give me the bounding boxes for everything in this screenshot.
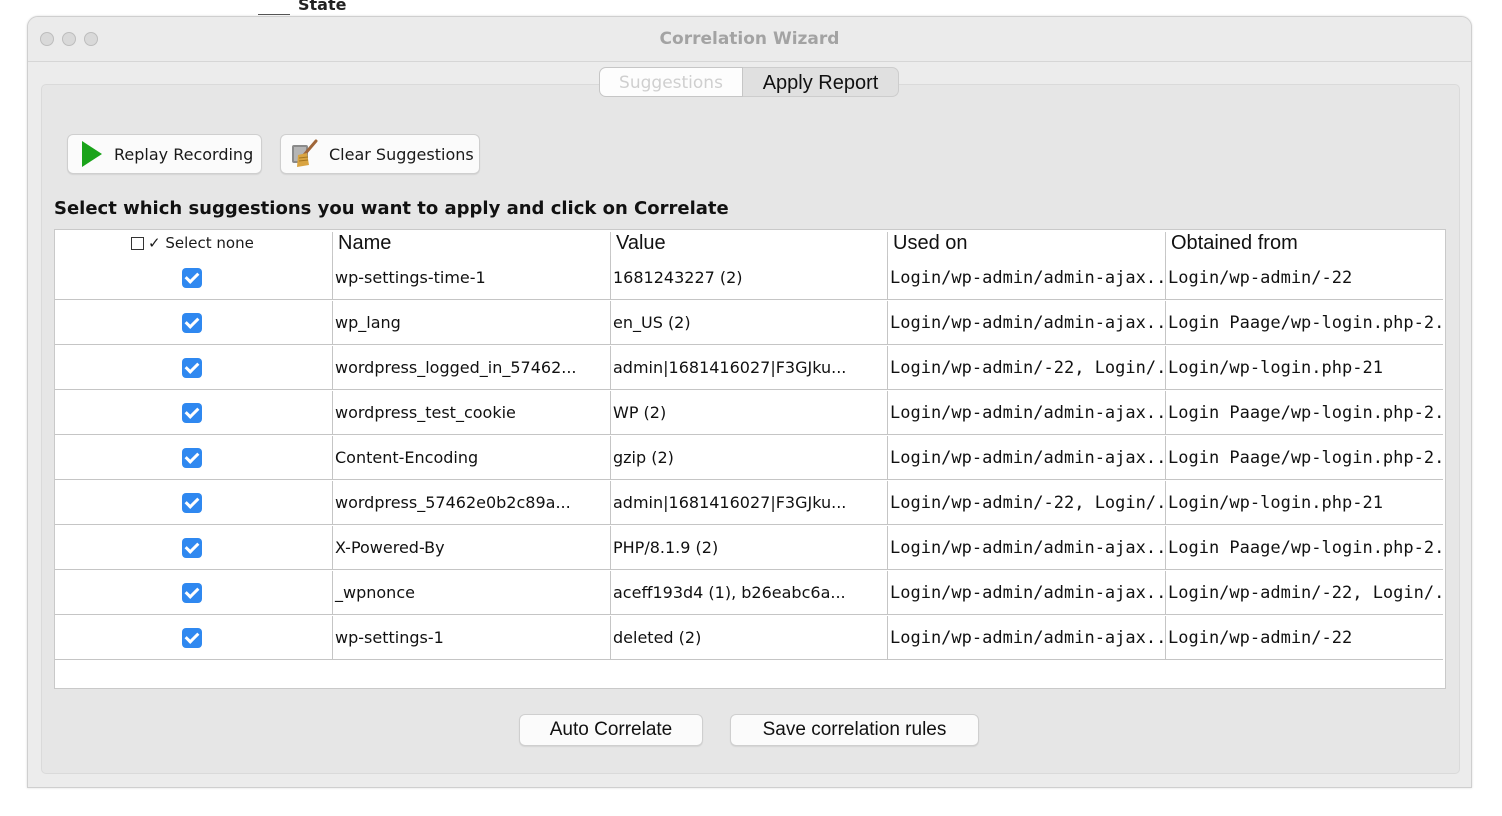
table-header: ✓ Select none Name Value Used on Obtaine…	[55, 230, 1445, 256]
cell-name: wp_lang	[332, 301, 610, 345]
column-separator[interactable]	[332, 232, 333, 256]
row-checkbox[interactable]	[182, 538, 202, 558]
select-none-toggle[interactable]: ✓ Select none	[131, 234, 254, 252]
cell-used-on: Login/wp-admin/admin-ajax...	[887, 616, 1165, 660]
table-row[interactable]: wordpress_test_cookie WP (2) Login/wp-admi…	[55, 391, 1443, 435]
table-row[interactable]: wordpress_57462e0b2c89a... admin|16814160…	[55, 481, 1443, 525]
cell-obtained-from: Login/wp-login.php-21	[1165, 346, 1443, 390]
table-row[interactable]: wp-settings-1 deleted (2) Login/wp-admin/a…	[55, 616, 1443, 660]
cell-name: Content-Encoding	[332, 436, 610, 480]
column-separator[interactable]	[610, 232, 611, 256]
row-checkbox[interactable]	[182, 313, 202, 333]
cell-used-on: Login/wp-admin/admin-ajax...	[887, 301, 1165, 345]
cell-name: wordpress_57462e0b2c89a...	[332, 481, 610, 525]
cell-used-on: Login/wp-admin/admin-ajax...	[887, 256, 1165, 300]
clear-suggestions-button[interactable]: Clear Suggestions	[280, 134, 480, 174]
titlebar: Correlation Wizard	[28, 17, 1471, 62]
select-none-label: ✓ Select none	[148, 234, 254, 252]
table-row[interactable]: wordpress_logged_in_57462... admin|168141…	[55, 346, 1443, 390]
cell-value: admin|1681416027|F3GJku...	[610, 346, 887, 390]
select-none-checkbox[interactable]	[131, 236, 144, 250]
table-row[interactable]: _wpnonce aceff193d4 (1), b26eabc6a... Logi…	[55, 571, 1443, 615]
cell-used-on: Login/wp-admin/-22, Login/...	[887, 481, 1165, 525]
column-header-name[interactable]: Name	[338, 230, 391, 256]
replay-recording-label: Replay Recording	[114, 144, 254, 164]
instruction-text: Select which suggestions you want to app…	[54, 198, 729, 219]
suggestions-table: ✓ Select none Name Value Used on Obtaine…	[54, 229, 1446, 689]
cell-obtained-from: Login Paage/wp-login.php-2...	[1165, 391, 1443, 435]
tab-apply-report[interactable]: Apply Report	[743, 67, 899, 97]
row-checkbox[interactable]	[182, 628, 202, 648]
auto-correlate-button[interactable]: Auto Correlate	[519, 714, 703, 746]
row-checkbox[interactable]	[182, 358, 202, 378]
row-checkbox[interactable]	[182, 448, 202, 468]
cell-value: PHP/8.1.9 (2)	[610, 526, 887, 570]
cell-value: deleted (2)	[610, 616, 887, 660]
column-separator[interactable]	[887, 232, 888, 256]
cell-value: WP (2)	[610, 391, 887, 435]
cell-obtained-from: Login/wp-login.php-21	[1165, 481, 1443, 525]
window-title: Correlation Wizard	[659, 29, 840, 49]
save-correlation-rules-button[interactable]: Save correlation rules	[730, 714, 979, 746]
tab-bar: Suggestions Apply Report	[599, 67, 899, 99]
cell-value: gzip (2)	[610, 436, 887, 480]
play-icon	[82, 141, 102, 167]
cell-obtained-from: Login Paage/wp-login.php-2...	[1165, 301, 1443, 345]
table-row[interactable]: Content-Encoding gzip (2) Login/wp-admin/a…	[55, 436, 1443, 480]
cell-value: admin|1681416027|F3GJku...	[610, 481, 887, 525]
row-checkbox[interactable]	[182, 583, 202, 603]
cell-obtained-from: Login Paage/wp-login.php-2...	[1165, 526, 1443, 570]
row-checkbox[interactable]	[182, 493, 202, 513]
clear-suggestions-label: Clear Suggestions	[329, 144, 474, 164]
table-row[interactable]: wp-settings-time-1 1681243227 (2) Login/wp…	[55, 256, 1443, 300]
tab-suggestions[interactable]: Suggestions	[599, 67, 743, 97]
cell-obtained-from: Login/wp-admin/-22	[1165, 616, 1443, 660]
cell-obtained-from: Login/wp-admin/-22, Login/...	[1165, 571, 1443, 615]
cell-used-on: Login/wp-admin/admin-ajax...	[887, 571, 1165, 615]
column-header-obtained-from[interactable]: Obtained from	[1171, 230, 1298, 256]
column-separator[interactable]	[1165, 232, 1166, 256]
cell-name: _wpnonce	[332, 571, 610, 615]
column-header-value[interactable]: Value	[616, 230, 666, 256]
broom-icon	[292, 139, 318, 167]
cell-value: 1681243227 (2)	[610, 256, 887, 300]
cell-obtained-from: Login/wp-admin/-22	[1165, 256, 1443, 300]
table-row[interactable]: X-Powered-By PHP/8.1.9 (2) Login/wp-admin/…	[55, 526, 1443, 570]
cell-used-on: Login/wp-admin/-22, Login/...	[887, 346, 1165, 390]
cell-used-on: Login/wp-admin/admin-ajax...	[887, 391, 1165, 435]
cell-value: aceff193d4 (1), b26eabc6a...	[610, 571, 887, 615]
cell-name: X-Powered-By	[332, 526, 610, 570]
cell-name: wp-settings-time-1	[332, 256, 610, 300]
cell-used-on: Login/wp-admin/admin-ajax...	[887, 526, 1165, 570]
cell-name: wordpress_logged_in_57462...	[332, 346, 610, 390]
cell-value: en_US (2)	[610, 301, 887, 345]
cell-used-on: Login/wp-admin/admin-ajax...	[887, 436, 1165, 480]
correlation-wizard-window: Correlation Wizard Suggestions Apply Rep…	[27, 16, 1472, 788]
row-checkbox[interactable]	[182, 403, 202, 423]
table-row[interactable]: wp_lang en_US (2) Login/wp-admin/admin-aja…	[55, 301, 1443, 345]
row-checkbox[interactable]	[182, 268, 202, 288]
cell-obtained-from: Login Paage/wp-login.php-2...	[1165, 436, 1443, 480]
cell-name: wordpress_test_cookie	[332, 391, 610, 435]
column-header-used-on[interactable]: Used on	[893, 230, 968, 256]
replay-recording-button[interactable]: Replay Recording	[67, 134, 262, 174]
background-divider	[258, 14, 290, 15]
cell-name: wp-settings-1	[332, 616, 610, 660]
